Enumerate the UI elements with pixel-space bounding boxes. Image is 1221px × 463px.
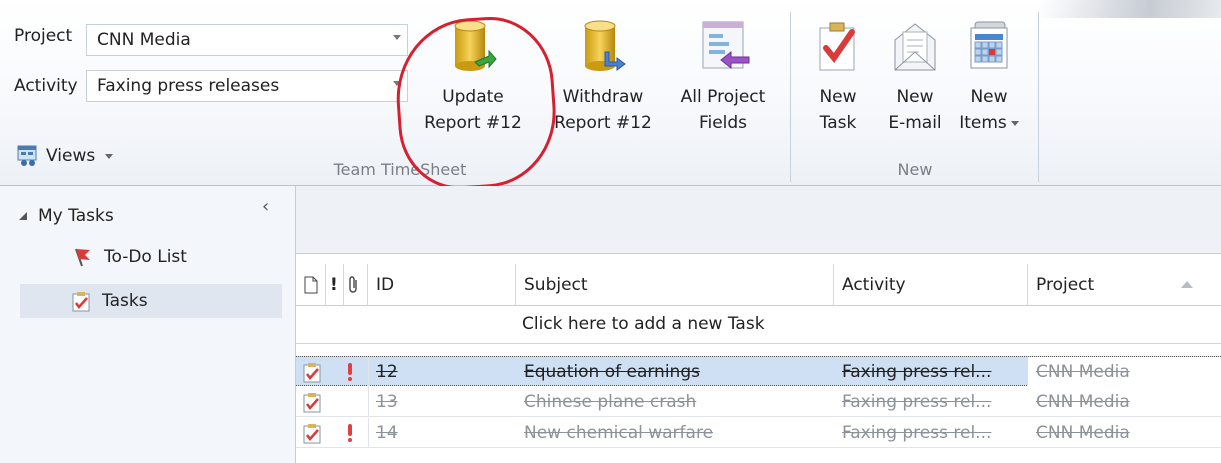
- task-activity-cell: Faxing press rel...: [842, 423, 992, 443]
- task-subject-cell: New chemical warfare: [524, 423, 714, 443]
- header-id-column[interactable]: ID: [368, 264, 516, 306]
- fields-label-line2: Fields: [698, 113, 748, 133]
- navigation-pane: ‹ My Tasks To-Do List Tasks: [0, 186, 296, 463]
- collapse-pane-icon[interactable]: ‹: [262, 196, 269, 217]
- nav-item-tasks[interactable]: Tasks: [20, 284, 282, 318]
- new-items-button[interactable]: New Items: [948, 18, 1030, 136]
- table-row[interactable]: 13 Chinese plane crash Faxing press rel.…: [296, 387, 1221, 417]
- header-importance-column[interactable]: !: [326, 264, 344, 306]
- header-subject-column[interactable]: Subject: [516, 264, 834, 306]
- task-list: ! ID Subject Activity Project Click here…: [296, 186, 1221, 463]
- chevron-down-icon: [1010, 120, 1019, 126]
- withdraw-label-line1: Withdraw: [562, 87, 644, 107]
- header-attachment-column[interactable]: [344, 264, 368, 306]
- new-items-label-line2: Items: [948, 110, 1030, 136]
- task-clipboard-icon: [303, 424, 321, 444]
- nav-my-tasks-label: My Tasks: [38, 206, 114, 226]
- header-activity-label: Activity: [842, 275, 906, 295]
- task-id-cell: 13: [376, 392, 398, 412]
- sort-ascending-icon: [1181, 281, 1193, 288]
- table-row[interactable]: 14 New chemical warfare Faxing press rel…: [296, 418, 1221, 448]
- header-activity-column[interactable]: Activity: [834, 264, 1028, 306]
- views-label: Views: [46, 146, 96, 166]
- group-divider: [790, 12, 791, 182]
- chevron-down-icon: [105, 153, 114, 159]
- paperclip-icon: [349, 276, 357, 293]
- importance-icon: !: [330, 275, 338, 295]
- new-task-label-line2: Task: [819, 113, 857, 133]
- header-subject-label: Subject: [524, 275, 588, 295]
- new-task-button[interactable]: New Task: [808, 18, 868, 136]
- views-icon: [17, 145, 37, 166]
- activity-value: Faxing press releases: [97, 76, 280, 96]
- group-divider: [1038, 12, 1039, 182]
- task-clipboard-icon: [303, 363, 321, 383]
- nav-my-tasks-header[interactable]: My Tasks: [18, 206, 114, 226]
- highlight-annotation: [391, 12, 561, 194]
- task-subject-cell: Chinese plane crash: [524, 392, 697, 412]
- new-email-label-line2: E-mail: [888, 113, 942, 133]
- table-row[interactable]: 12 Equation of earnings Faxing press rel…: [296, 356, 1221, 387]
- task-activity-cell: Faxing press rel...: [842, 392, 992, 412]
- project-value: CNN Media: [97, 30, 191, 50]
- red-flag-icon: [75, 248, 90, 267]
- task-project-cell: CNN Media: [1036, 392, 1130, 412]
- task-checkbox-icon: [819, 22, 855, 71]
- new-items-label-line1: New: [970, 87, 1008, 107]
- new-email-button[interactable]: New E-mail: [880, 18, 950, 136]
- new-task-label-line1: New: [819, 87, 857, 107]
- add-new-task-row[interactable]: Click here to add a new Task: [296, 306, 1221, 344]
- new-email-label-line1: New: [896, 87, 934, 107]
- activity-select[interactable]: Faxing press releases: [86, 70, 408, 102]
- nav-item-todo-list[interactable]: To-Do List: [72, 246, 187, 268]
- ribbon-decoration: [1040, 0, 1221, 18]
- task-clipboard-icon: [72, 292, 90, 312]
- document-icon: [304, 276, 318, 294]
- all-project-fields-button[interactable]: All Project Fields: [664, 18, 782, 136]
- task-project-cell: CNN Media: [1036, 423, 1130, 443]
- column-header-row: ! ID Subject Activity Project: [296, 264, 1221, 306]
- new-items-label-text: Items: [959, 113, 1007, 133]
- project-select[interactable]: CNN Media: [86, 24, 408, 56]
- withdraw-label-line2: Report #12: [554, 113, 652, 133]
- task-id-cell: 12: [376, 362, 398, 382]
- envelope-icon: [894, 23, 936, 71]
- ribbon: Project CNN Media Activity Faxing press …: [0, 0, 1221, 194]
- calendar-items-icon: [970, 21, 1008, 69]
- high-importance-icon: [348, 363, 352, 381]
- task-activity-cell: Faxing press rel...: [842, 362, 992, 382]
- task-subject-cell: Equation of earnings: [524, 362, 700, 382]
- header-project-label: Project: [1036, 275, 1095, 295]
- high-importance-icon: [348, 424, 352, 442]
- header-id-label: ID: [376, 275, 395, 295]
- task-clipboard-icon: [303, 393, 321, 413]
- nav-tasks-label: Tasks: [102, 291, 148, 311]
- task-id-cell: 14: [376, 423, 398, 443]
- chevron-down-icon[interactable]: [393, 35, 401, 40]
- database-withdraw-icon: [584, 20, 626, 71]
- views-button[interactable]: Views: [16, 144, 114, 168]
- nav-todo-label: To-Do List: [104, 247, 187, 267]
- fields-label-line1: All Project: [680, 87, 766, 107]
- header-icon-column[interactable]: [296, 264, 326, 306]
- add-new-task-prompt: Click here to add a new Task: [522, 314, 765, 334]
- withdraw-report-button[interactable]: Withdraw Report #12: [548, 18, 658, 136]
- task-project-cell: CNN Media: [1028, 357, 1221, 387]
- new-group-label: New: [897, 160, 933, 179]
- header-project-column[interactable]: Project: [1028, 264, 1221, 306]
- grid-toolbar-area: [296, 186, 1221, 254]
- fields-icon: [702, 21, 750, 70]
- expand-triangle-icon: [19, 212, 27, 220]
